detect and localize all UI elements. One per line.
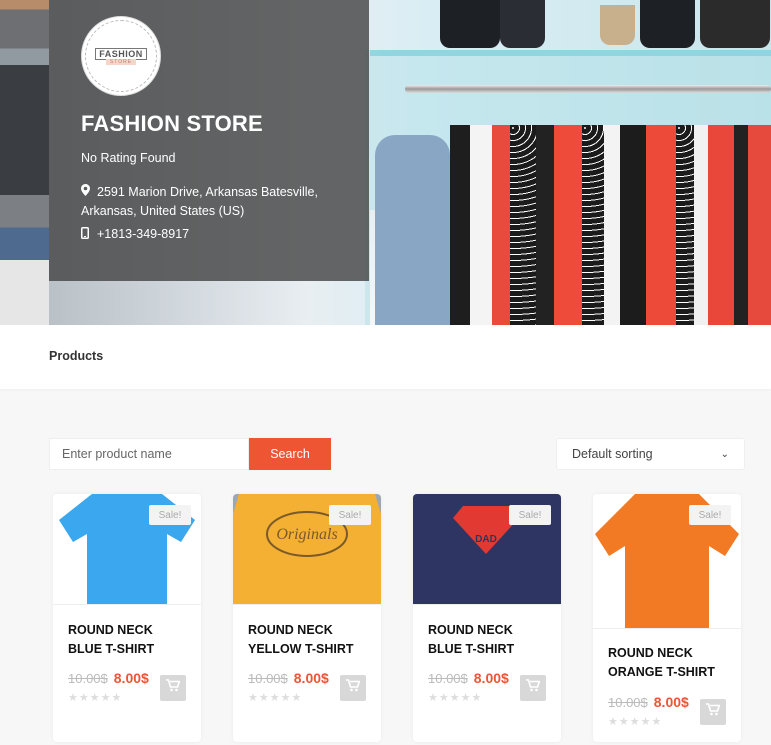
star-rating: ★★★★★ xyxy=(68,692,123,704)
banner-shoe xyxy=(500,0,545,48)
svg-text:DAD: DAD xyxy=(475,534,497,545)
store-logo-subtext: STORE xyxy=(105,58,137,65)
product-title[interactable]: ROUND NECK BLUE T-SHIRT xyxy=(428,621,548,659)
banner-garment xyxy=(620,125,646,325)
product-image[interactable]: Originals Sale! xyxy=(233,494,381,605)
sort-select[interactable]: Default sorting ⌄ xyxy=(556,438,745,470)
banner-garment xyxy=(604,125,620,325)
product-search-input[interactable] xyxy=(49,438,249,470)
store-phone: +1813-349-8917 xyxy=(81,227,189,242)
original-price: 10.00$ xyxy=(248,671,288,686)
product-price: 10.00$ 8.00$ xyxy=(608,694,689,710)
banner-bag xyxy=(700,0,770,48)
store-name: FASHION STORE xyxy=(81,111,263,136)
product-price: 10.00$ 8.00$ xyxy=(428,670,509,686)
product-card[interactable]: DAD Sale! ROUND NECK BLUE T-SHIRT 10.00$… xyxy=(413,494,561,742)
store-phone-text: +1813-349-8917 xyxy=(97,227,190,241)
banner-shoe xyxy=(440,0,500,48)
sale-badge: Sale! xyxy=(509,505,551,525)
banner-shelf xyxy=(370,50,771,56)
banner-garment xyxy=(748,125,771,325)
svg-text:Originals: Originals xyxy=(276,526,337,543)
store-address: 2591 Marion Drive, Arkansas Batesville, … xyxy=(81,183,341,221)
store-banner: FASHION STORE FASHION STORE No Rating Fo… xyxy=(0,0,771,325)
cart-icon xyxy=(706,703,721,721)
product-price: 10.00$ 8.00$ xyxy=(248,670,329,686)
map-marker-icon xyxy=(81,183,91,202)
banner-garment xyxy=(582,125,604,325)
sale-price: 8.00$ xyxy=(113,670,149,686)
star-rating: ★★★★★ xyxy=(248,692,303,704)
mobile-phone-icon xyxy=(81,227,91,242)
product-card[interactable]: Sale! ROUND NECK ORANGE T-SHIRT 10.00$ 8.… xyxy=(593,494,741,742)
add-to-cart-button[interactable] xyxy=(160,675,186,701)
product-title[interactable]: ROUND NECK ORANGE T-SHIRT xyxy=(608,644,728,682)
sale-price: 8.00$ xyxy=(653,694,689,710)
search-button[interactable]: Search xyxy=(249,438,331,470)
banner-garment xyxy=(646,125,676,325)
original-price: 10.00$ xyxy=(68,671,108,686)
cart-icon xyxy=(526,679,541,697)
banner-garment xyxy=(708,125,734,325)
sale-price: 8.00$ xyxy=(293,670,329,686)
original-price: 10.00$ xyxy=(608,695,648,710)
sale-badge: Sale! xyxy=(149,505,191,525)
original-price: 10.00$ xyxy=(428,671,468,686)
cart-icon xyxy=(166,679,181,697)
banner-jacket xyxy=(375,135,450,325)
tab-products[interactable]: Products xyxy=(49,349,103,363)
banner-garment xyxy=(734,125,748,325)
banner-garment xyxy=(694,125,708,325)
star-rating: ★★★★★ xyxy=(428,692,483,704)
product-card[interactable]: Originals Sale! ROUND NECK YELLOW T-SHIR… xyxy=(233,494,381,742)
sort-selected-value: Default sorting xyxy=(572,447,653,461)
store-address-text: 2591 Marion Drive, Arkansas Batesville, … xyxy=(81,185,318,219)
product-card[interactable]: Sale! ROUND NECK BLUE T-SHIRT 10.00$ 8.00… xyxy=(53,494,201,742)
sale-badge: Sale! xyxy=(329,505,371,525)
chevron-down-icon: ⌄ xyxy=(720,448,729,460)
cart-icon xyxy=(346,679,361,697)
banner-garment xyxy=(554,125,582,325)
add-to-cart-button[interactable] xyxy=(700,699,726,725)
add-to-cart-button[interactable] xyxy=(340,675,366,701)
banner-garment xyxy=(510,125,536,325)
banner-garment xyxy=(470,125,492,325)
store-logo: FASHION STORE xyxy=(81,16,161,96)
product-image[interactable]: Sale! xyxy=(593,494,741,629)
sale-price: 8.00$ xyxy=(473,670,509,686)
banner-garment xyxy=(676,125,694,325)
banner-garment xyxy=(450,125,470,325)
sale-badge: Sale! xyxy=(689,505,731,525)
product-image[interactable]: Sale! xyxy=(53,494,201,605)
store-rating: No Rating Found xyxy=(81,151,176,165)
banner-clothes-rail xyxy=(405,85,771,93)
product-image[interactable]: DAD Sale! xyxy=(413,494,561,605)
banner-garment xyxy=(492,125,510,325)
star-rating: ★★★★★ xyxy=(608,716,663,728)
banner-box xyxy=(600,5,635,45)
add-to-cart-button[interactable] xyxy=(520,675,546,701)
banner-shoe xyxy=(640,0,695,48)
banner-garment xyxy=(536,125,554,325)
store-tabs: Products xyxy=(0,325,771,389)
banner-background-clothes xyxy=(0,0,49,325)
product-title[interactable]: ROUND NECK BLUE T-SHIRT xyxy=(68,621,188,659)
product-title[interactable]: ROUND NECK YELLOW T-SHIRT xyxy=(248,621,368,659)
store-info-panel: FASHION STORE FASHION STORE No Rating Fo… xyxy=(49,0,369,281)
product-price: 10.00$ 8.00$ xyxy=(68,670,149,686)
